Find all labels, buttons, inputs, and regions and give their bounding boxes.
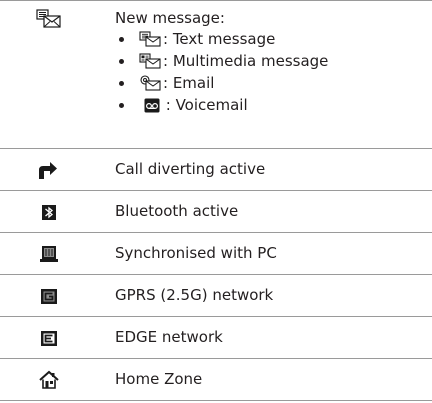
new-message-icon (36, 9, 62, 29)
call-divert-icon (36, 160, 62, 180)
table-row-edge: EDGE network (0, 316, 432, 358)
status-icon-table: New message:: Text message: Multimedia… (0, 0, 432, 401)
table-row-new-message: New message:: Text message: Multimedia… (0, 0, 432, 148)
email-label: : Email (163, 74, 215, 92)
table-row-pc-sync: Synchronised with PC (0, 232, 432, 274)
list-item-email: : Email (115, 72, 328, 94)
text-message-label: : Text message (163, 30, 276, 48)
home-zone-icon (36, 370, 62, 390)
multimedia-message-icon (139, 53, 162, 69)
table-row-gprs: GPRS (2.5G) network (0, 274, 432, 316)
bullet-icon (119, 103, 124, 108)
gprs-label: GPRS (2.5G) network (115, 286, 274, 304)
table-row-home-zone: Home Zone (0, 358, 432, 401)
list-item-voicemail: : Voicemail (115, 94, 328, 116)
bullet-icon (119, 81, 124, 86)
table-row-call-diverting: Call diverting active (0, 148, 432, 190)
message-type-list: : Text message: Multimedia message: Em… (115, 28, 328, 116)
edge-label: EDGE network (115, 328, 223, 346)
bluetooth-icon (36, 202, 62, 222)
call-diverting-label: Call diverting active (115, 160, 266, 178)
pc-sync-label: Synchronised with PC (115, 244, 277, 262)
list-item-text-message: : Text message (115, 28, 328, 50)
icon-reference-page: New message:: Text message: Multimedia… (0, 0, 432, 403)
bullet-icon (119, 59, 124, 64)
list-item-multimedia-message: : Multimedia message (115, 50, 328, 72)
gprs-icon (36, 286, 62, 306)
multimedia-message-label: : Multimedia message (163, 52, 329, 70)
voicemail-label: : Voicemail (161, 96, 248, 114)
text-message-icon (139, 31, 162, 47)
bluetooth-label: Bluetooth active (115, 202, 239, 220)
pc-sync-icon (36, 244, 62, 264)
voicemail-icon (144, 98, 160, 113)
edge-icon (36, 328, 62, 348)
bullet-icon (119, 37, 124, 42)
home-zone-label: Home Zone (115, 370, 203, 388)
new-message-description: New message:: Text message: Multimedia… (115, 8, 328, 116)
email-icon (139, 75, 162, 91)
table-row-bluetooth: Bluetooth active (0, 190, 432, 232)
new-message-label: New message: (115, 9, 225, 27)
